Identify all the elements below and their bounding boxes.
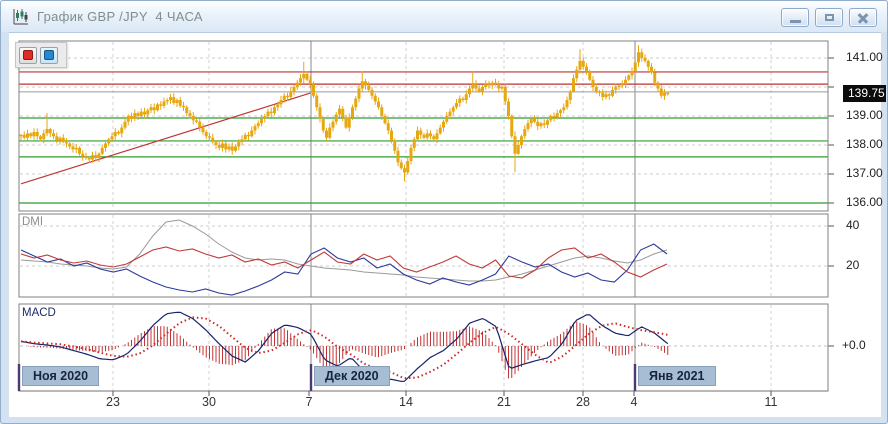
time-axis-label: 14: [389, 395, 423, 409]
time-axis-label: 28: [566, 395, 600, 409]
current-price-badge: 139.75: [843, 85, 886, 102]
dmi-tick-40: 40: [846, 218, 859, 232]
price-label: 141.00: [846, 50, 888, 64]
time-axis-label: 21: [487, 395, 521, 409]
month-label: Дек 2020: [314, 366, 390, 386]
close-button[interactable]: [849, 8, 877, 27]
window-title: График GBP /JPY 4 ЧАСА: [37, 9, 203, 24]
month-label: Ноя 2020: [22, 366, 99, 386]
toolbar-blue-button[interactable]: [40, 47, 58, 64]
close-icon: [857, 12, 869, 24]
chart-window: График GBP /JPY 4 ЧАСА DMI MACD 141.00 1…: [0, 0, 888, 424]
restore-icon: [825, 14, 834, 21]
price-label: 139.00: [846, 108, 888, 122]
time-axis-label: 30: [192, 395, 226, 409]
price-panel[interactable]: [19, 41, 828, 211]
chart-icon: [11, 8, 29, 26]
price-label: 137.00: [846, 166, 888, 180]
time-axis-label: 7: [292, 395, 326, 409]
toolbar-red-button[interactable]: [19, 47, 37, 64]
price-label: 136.00: [846, 195, 888, 209]
minimize-icon: [790, 20, 801, 23]
price-label: 138.00: [846, 137, 888, 151]
blue-marker-icon: [44, 50, 54, 60]
titlebar: График GBP /JPY 4 ЧАСА: [1, 1, 887, 32]
time-axis-label: 4: [617, 395, 651, 409]
macd-panel-label: MACD: [22, 307, 56, 319]
time-axis-label: 11: [754, 395, 788, 409]
chart-toolbar: [15, 42, 67, 68]
restore-button[interactable]: [815, 8, 843, 27]
dmi-panel-label: DMI: [22, 216, 43, 228]
dmi-tick-20: 20: [846, 258, 859, 272]
minimize-button[interactable]: [781, 8, 809, 27]
month-label: Янв 2021: [638, 366, 716, 386]
red-marker-icon: [23, 50, 33, 60]
dmi-panel[interactable]: [19, 214, 828, 297]
time-axis-label: 23: [96, 395, 130, 409]
macd-tick-zero: +0.0: [842, 338, 866, 352]
